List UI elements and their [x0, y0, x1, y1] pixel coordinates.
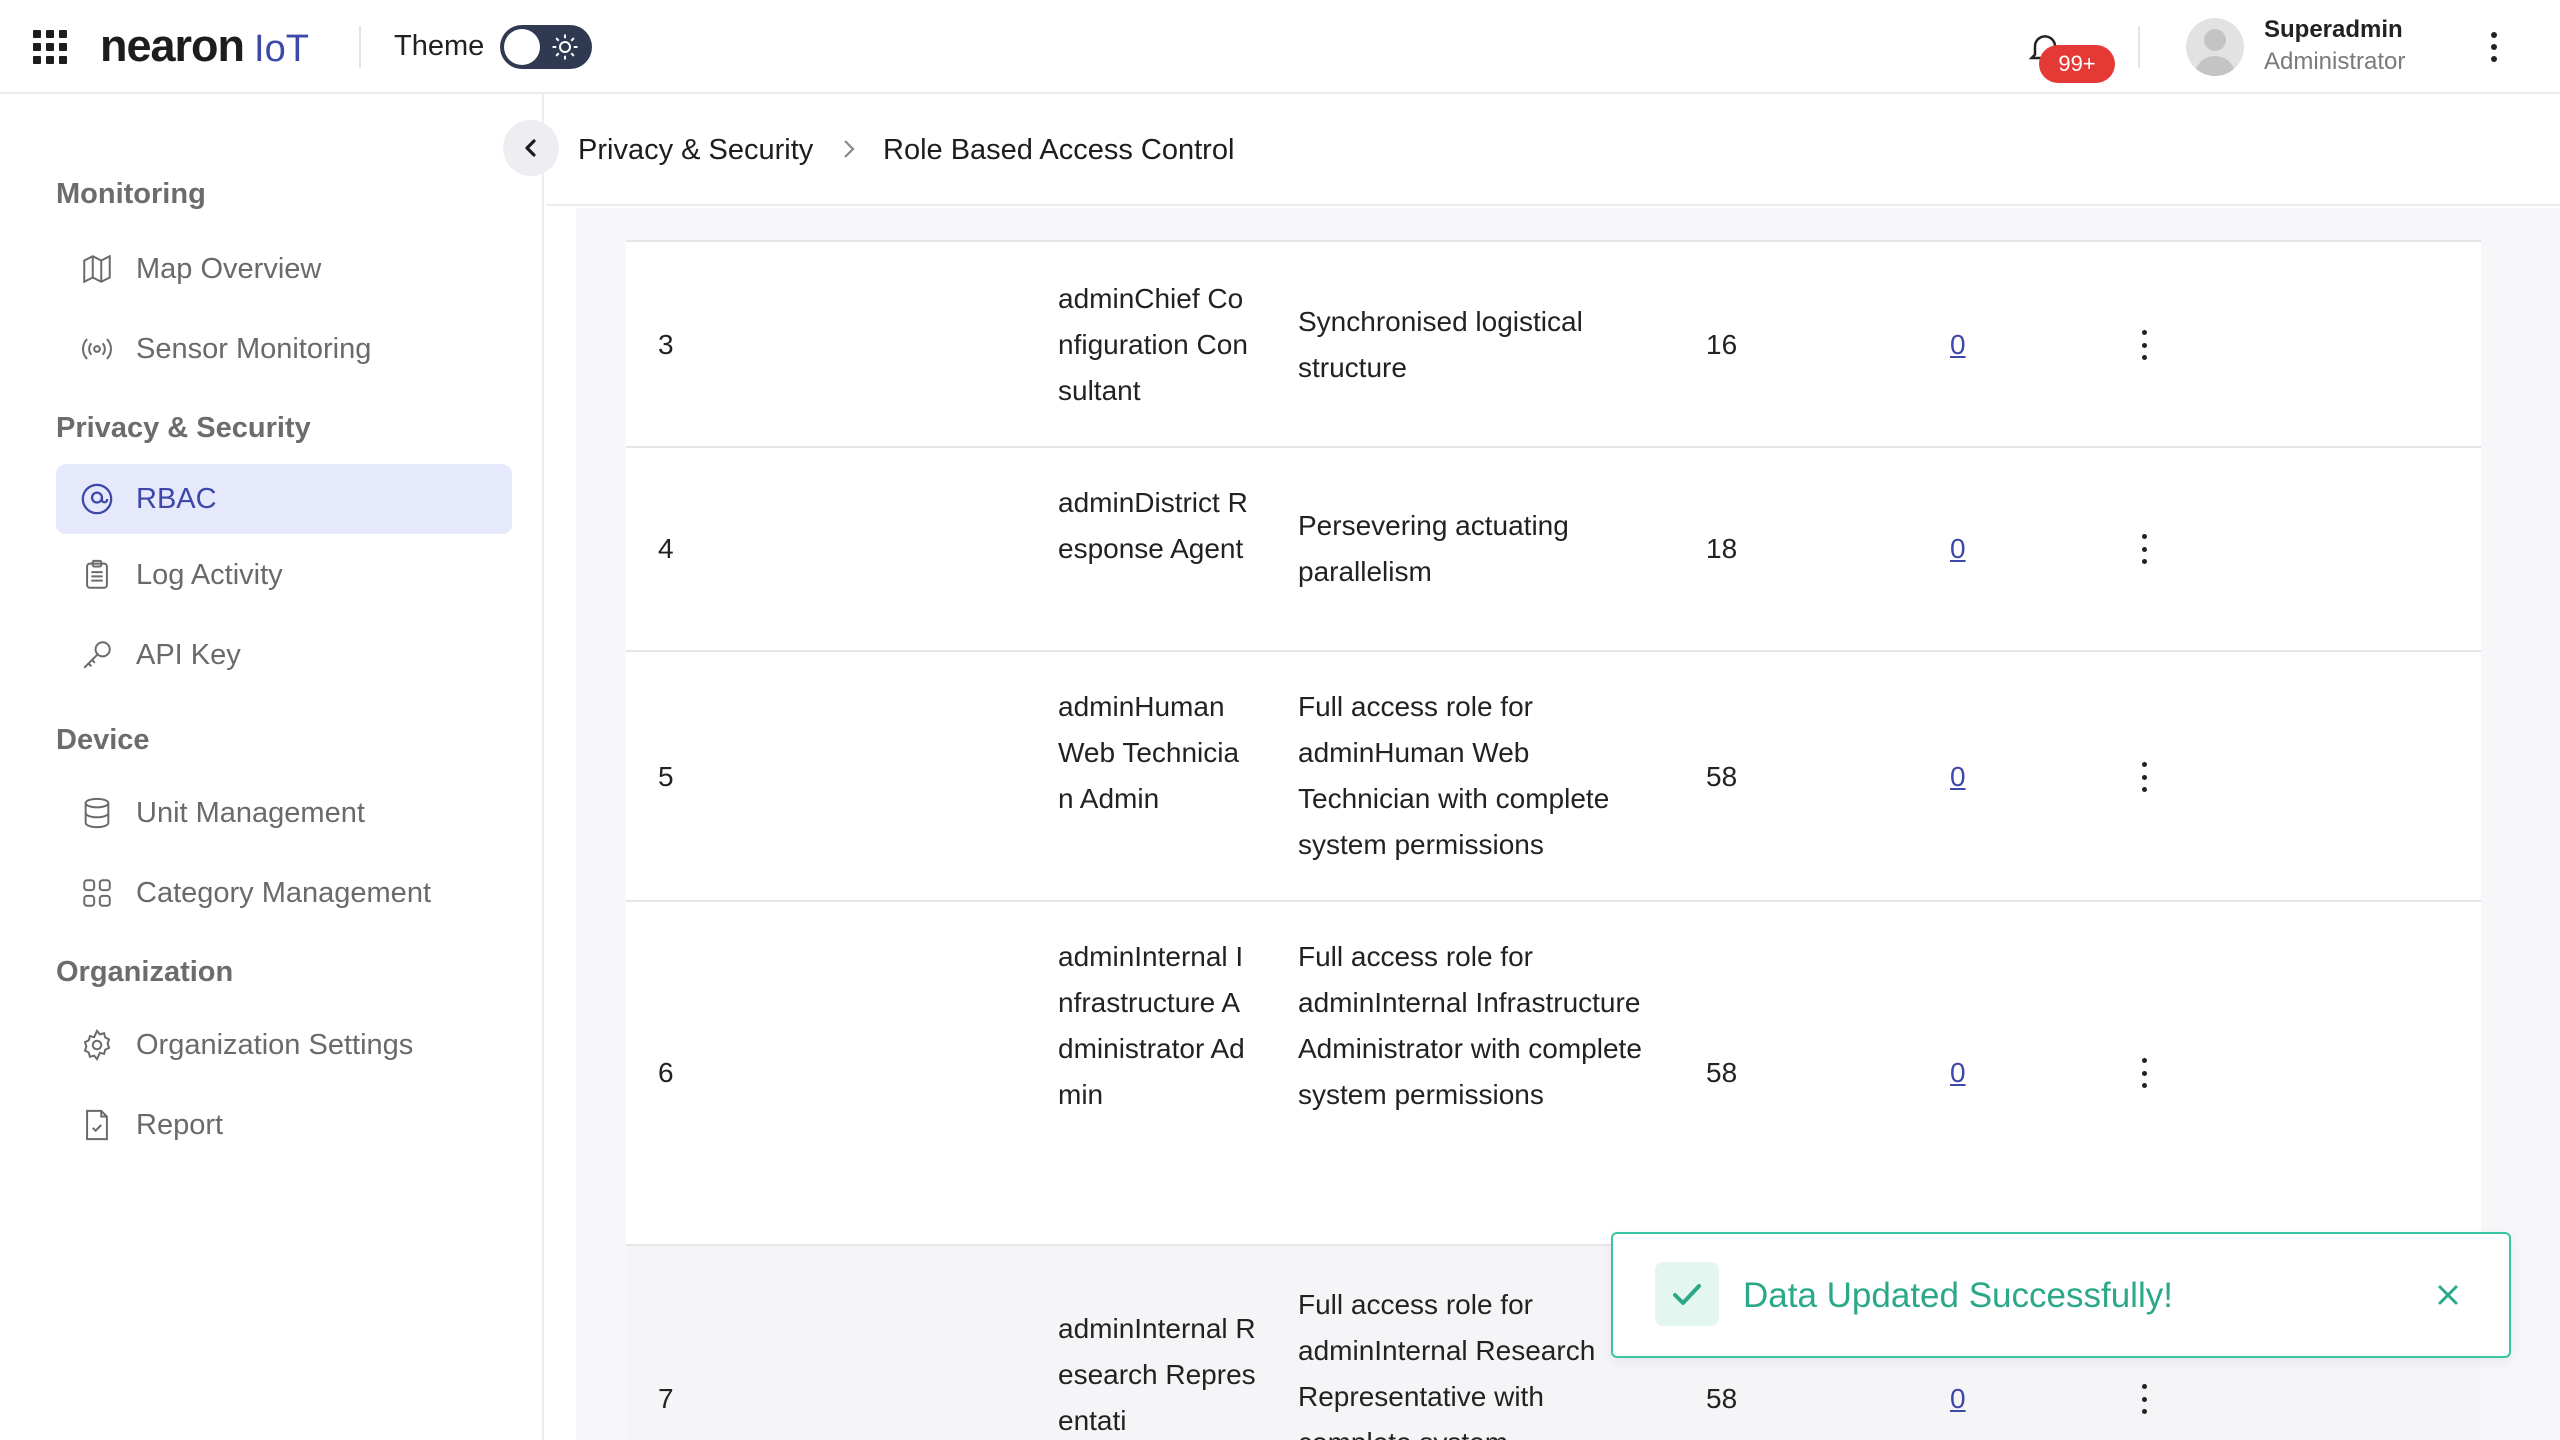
broadcast-icon: [82, 338, 112, 360]
toggle-knob: [504, 29, 540, 65]
user-name[interactable]: Superadmin: [2264, 16, 2403, 44]
role-no: 6: [658, 1057, 674, 1088]
row-actions-icon[interactable]: [2138, 534, 2150, 564]
database-icon: [84, 797, 110, 829]
gear-icon: [83, 1028, 111, 1062]
sidebar-item-organization-settings[interactable]: Organization Settings: [56, 1010, 512, 1080]
check-icon: [1655, 1262, 1719, 1326]
role-name: adminInternal Research Representati: [1058, 1313, 1256, 1436]
breadcrumb: Privacy & Security Role Based Access Con…: [546, 94, 2560, 206]
role-name: adminHuman Web Technician Admin: [1058, 691, 1240, 814]
sidebar-item-category-management[interactable]: Category Management: [56, 858, 512, 928]
chevron-left-icon: [525, 139, 536, 157]
clipboard-icon: [86, 559, 108, 589]
table-row[interactable]: 3 adminChief Configuration Consultant Sy…: [626, 240, 2481, 446]
collapse-sidebar-button[interactable]: [503, 120, 559, 176]
table-row[interactable]: 4 adminDistrict Response Agent Perseveri…: [626, 446, 2481, 650]
chevron-right-icon: [844, 140, 855, 158]
permission-count: 58: [1706, 1383, 1738, 1414]
logo-main-text: nearon: [100, 20, 245, 71]
sidebar-item-rbac[interactable]: RBAC: [56, 464, 512, 534]
row-actions-icon[interactable]: [2138, 330, 2150, 360]
role-description: Full access role for adminHuman Web Tech…: [1298, 691, 1610, 860]
breadcrumb-current: Role Based Access Control: [883, 134, 1235, 166]
grid-icon: [83, 879, 111, 907]
avatar[interactable]: [2186, 18, 2244, 76]
sidebar-item-map-overview[interactable]: Map Overview: [56, 234, 512, 304]
section-title-organization: Organization: [56, 956, 234, 988]
sun-icon: [552, 34, 578, 60]
sidebar: Monitoring Map Overview Sensor Monitorin…: [0, 94, 544, 1440]
sidebar-item-label: Unit Management: [136, 796, 365, 829]
role-description: Persevering actuating parallelism: [1298, 510, 1569, 587]
sidebar-item-report[interactable]: Report: [56, 1090, 512, 1160]
logo-suffix-text: IoT: [254, 28, 309, 70]
user-count-link[interactable]: 0: [1950, 322, 1966, 368]
role-description: Synchronised logistical structure: [1298, 306, 1583, 383]
user-silhouette-icon: [2194, 29, 2236, 76]
role-no: 5: [658, 761, 674, 792]
sidebar-item-label: Sensor Monitoring: [136, 332, 372, 365]
role-no: 7: [658, 1383, 674, 1414]
notification-badge: 99+: [2039, 45, 2115, 83]
permission-count: 58: [1706, 761, 1738, 792]
row-actions-icon[interactable]: [2138, 762, 2150, 792]
sidebar-item-label: Category Management: [136, 876, 431, 909]
sidebar-item-label: RBAC: [136, 482, 217, 515]
apps-grid-icon[interactable]: [33, 30, 67, 64]
sidebar-item-sensor-monitoring[interactable]: Sensor Monitoring: [56, 314, 512, 384]
success-toast: Data Updated Successfully!: [1611, 1232, 2511, 1358]
row-actions-icon[interactable]: [2138, 1384, 2150, 1414]
user-count-link[interactable]: 0: [1950, 754, 1966, 800]
user-count-link[interactable]: 0: [1950, 1376, 1966, 1422]
section-title-monitoring: Monitoring: [56, 178, 206, 210]
sidebar-item-log-activity[interactable]: Log Activity: [56, 540, 512, 610]
header-divider: [2138, 26, 2140, 68]
sidebar-item-label: Report: [136, 1108, 224, 1141]
user-count-link[interactable]: 0: [1950, 1050, 1966, 1096]
role-name: adminDistrict Response Agent: [1058, 487, 1248, 564]
sidebar-item-label: Log Activity: [136, 558, 283, 591]
sidebar-item-label: Organization Settings: [136, 1028, 414, 1061]
permission-count: 58: [1706, 1057, 1738, 1088]
permission-count: 18: [1706, 533, 1738, 564]
role-name: adminInternal Infrastructure Administrat…: [1058, 941, 1245, 1110]
row-actions-icon[interactable]: [2138, 1058, 2150, 1088]
top-bar: nearon IoT Theme 99+ Superadmin Administ…: [0, 0, 2560, 94]
map-icon: [83, 254, 111, 284]
theme-label: Theme: [394, 30, 485, 62]
role-no: 3: [658, 329, 674, 360]
header-divider: [359, 26, 361, 68]
section-title-privacy-security: Privacy & Security: [56, 412, 311, 444]
table-row[interactable]: 6 adminInternal Infrastructure Administr…: [626, 900, 2481, 1244]
role-name: adminChief Configuration Consultant: [1058, 283, 1248, 406]
permission-count: 16: [1706, 329, 1738, 360]
theme-toggle[interactable]: [500, 25, 592, 69]
app-logo[interactable]: nearon IoT: [100, 20, 309, 72]
sidebar-item-api-key[interactable]: API Key: [56, 620, 512, 690]
key-icon: [83, 641, 111, 669]
user-count-link[interactable]: 0: [1950, 526, 1966, 572]
role-description: Full access role for adminInternal Infra…: [1298, 941, 1642, 1110]
sidebar-item-label: API Key: [136, 638, 241, 671]
sidebar-item-label: Map Overview: [136, 252, 322, 285]
role-description: Full access role for adminInternal Resea…: [1298, 1289, 1596, 1440]
section-title-device: Device: [56, 724, 150, 756]
close-icon[interactable]: [2431, 1278, 2465, 1312]
more-options-icon[interactable]: [2484, 28, 2504, 66]
rbac-icon: [81, 483, 113, 515]
report-icon: [86, 1109, 108, 1141]
sidebar-item-unit-management[interactable]: Unit Management: [56, 778, 512, 848]
user-role: Administrator: [2264, 48, 2406, 75]
breadcrumb-parent[interactable]: Privacy & Security: [578, 134, 813, 167]
toast-message: Data Updated Successfully!: [1743, 1276, 2173, 1315]
table-row[interactable]: 5 adminHuman Web Technician Admin Full a…: [626, 650, 2481, 900]
role-no: 4: [658, 533, 674, 564]
